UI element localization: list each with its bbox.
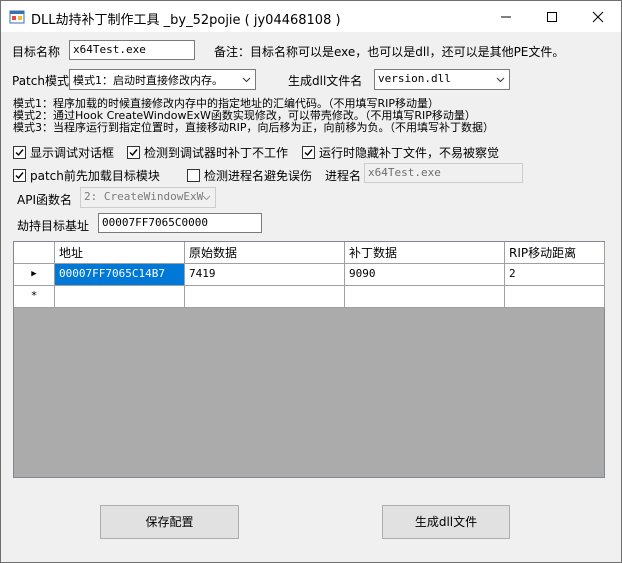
hide-patch-file-checkbox[interactable]: 运行时隐藏补丁文件，不易被察觉 bbox=[302, 144, 499, 160]
mode-2-description: 模式2：通过Hook CreateWindowExW函数实现修改，可以带壳修改。… bbox=[13, 109, 476, 122]
table-header: 地址 原始数据 补丁数据 RIP移动距离 bbox=[14, 242, 605, 264]
hijack-base-input[interactable]: 00007FF7065C0000 bbox=[98, 213, 262, 233]
row-header-corner bbox=[14, 242, 55, 264]
api-function-label: API函数名 bbox=[17, 193, 72, 207]
process-name-input[interactable]: x64Test.exe bbox=[364, 163, 523, 183]
api-function-value: 2: CreateWindowExW bbox=[84, 190, 204, 203]
column-header-address[interactable]: 地址 bbox=[55, 242, 185, 264]
api-function-select[interactable]: 2: CreateWindowExW bbox=[80, 187, 216, 208]
checkbox-unchecked-icon bbox=[187, 169, 200, 182]
table-cell-address[interactable]: 00007FF7065C14B7 bbox=[55, 264, 185, 286]
table-cell-rip-offset[interactable] bbox=[505, 286, 605, 308]
table-cell-rip-offset[interactable]: 2 bbox=[505, 264, 605, 286]
process-name-label: 进程名 bbox=[325, 169, 362, 183]
title-bar: DLL劫持补丁制作工具 _by_52pojie ( jy04468108 ) bbox=[1, 1, 621, 32]
checkbox-checked-icon bbox=[302, 146, 315, 159]
mode-3-description: 模式3：当程序运行到指定位置时，直接移动RIP，向后移为正，向前移为负。（不用填… bbox=[13, 121, 495, 134]
preload-module-checkbox[interactable]: patch前先加载目标模块 bbox=[13, 167, 160, 183]
new-row-asterisk-icon[interactable]: * bbox=[14, 286, 55, 308]
app-window-icon bbox=[9, 9, 25, 25]
dll-name-value: version.dll bbox=[378, 72, 451, 85]
patch-mode-select[interactable]: 模式1：启动时直接修改内存。 bbox=[69, 69, 256, 90]
minimize-icon bbox=[501, 16, 511, 18]
patch-table[interactable]: 地址 原始数据 补丁数据 RIP移动距离 ▶ 00007FF7065C14B7 … bbox=[13, 241, 605, 478]
target-name-input[interactable]: x64Test.exe bbox=[69, 40, 195, 60]
table-row-new[interactable]: * bbox=[14, 286, 605, 308]
table-cell-address[interactable] bbox=[55, 286, 185, 308]
dll-name-select[interactable]: version.dll bbox=[374, 69, 510, 90]
show-debug-dialog-checkbox[interactable]: 显示调试对话框 bbox=[13, 144, 114, 160]
save-config-button[interactable]: 保存配置 bbox=[100, 505, 239, 539]
minimize-button[interactable] bbox=[483, 1, 529, 32]
hijack-base-label: 劫持目标基址 bbox=[17, 219, 90, 233]
patch-mode-value: 模式1：启动时直接修改内存。 bbox=[73, 74, 223, 87]
main-window: DLL劫持补丁制作工具 _by_52pojie ( jy04468108 ) 目… bbox=[0, 0, 622, 563]
column-header-rip-offset[interactable]: RIP移动距离 bbox=[505, 242, 605, 264]
close-icon bbox=[592, 11, 604, 23]
column-header-patch-data[interactable]: 补丁数据 bbox=[345, 242, 505, 264]
chevron-down-icon bbox=[242, 77, 251, 83]
table-cell-original-data[interactable]: 7419 bbox=[185, 264, 345, 286]
table-cell-patch-data[interactable]: 9090 bbox=[345, 264, 505, 286]
check-process-name-checkbox[interactable]: 检测进程名避免误伤 bbox=[187, 167, 312, 183]
note-text: 备注：目标名称可以是exe，也可以是dll，还可以是其他PE文件。 bbox=[214, 45, 565, 59]
window-title: DLL劫持补丁制作工具 _by_52pojie ( jy04468108 ) bbox=[31, 13, 341, 28]
maximize-button[interactable] bbox=[529, 1, 575, 32]
chevron-down-icon bbox=[496, 77, 505, 83]
dll-name-label: 生成dll文件名 bbox=[288, 74, 363, 88]
patch-mode-label: Patch模式 bbox=[12, 74, 69, 88]
debugger-detect-checkbox[interactable]: 检测到调试器时补丁不工作 bbox=[127, 144, 288, 160]
mode-1-description: 模式1：程序加载的时候直接修改内存中的指定地址的汇编代码。（不用填写RIP移动量… bbox=[13, 97, 440, 110]
chevron-down-icon bbox=[202, 195, 211, 201]
target-name-label: 目标名称 bbox=[12, 45, 61, 59]
checkbox-checked-icon bbox=[127, 146, 140, 159]
current-row-arrow-icon[interactable]: ▶ bbox=[14, 264, 55, 286]
table-cell-original-data[interactable] bbox=[185, 286, 345, 308]
generate-dll-button[interactable]: 生成dll文件 bbox=[382, 505, 510, 539]
table-cell-patch-data[interactable] bbox=[345, 286, 505, 308]
checkbox-checked-icon bbox=[13, 169, 26, 182]
column-header-original-data[interactable]: 原始数据 bbox=[185, 242, 345, 264]
table-row[interactable]: ▶ 00007FF7065C14B7 7419 9090 2 bbox=[14, 264, 605, 286]
close-button[interactable] bbox=[575, 1, 621, 32]
maximize-icon bbox=[547, 12, 557, 22]
checkbox-checked-icon bbox=[13, 146, 26, 159]
